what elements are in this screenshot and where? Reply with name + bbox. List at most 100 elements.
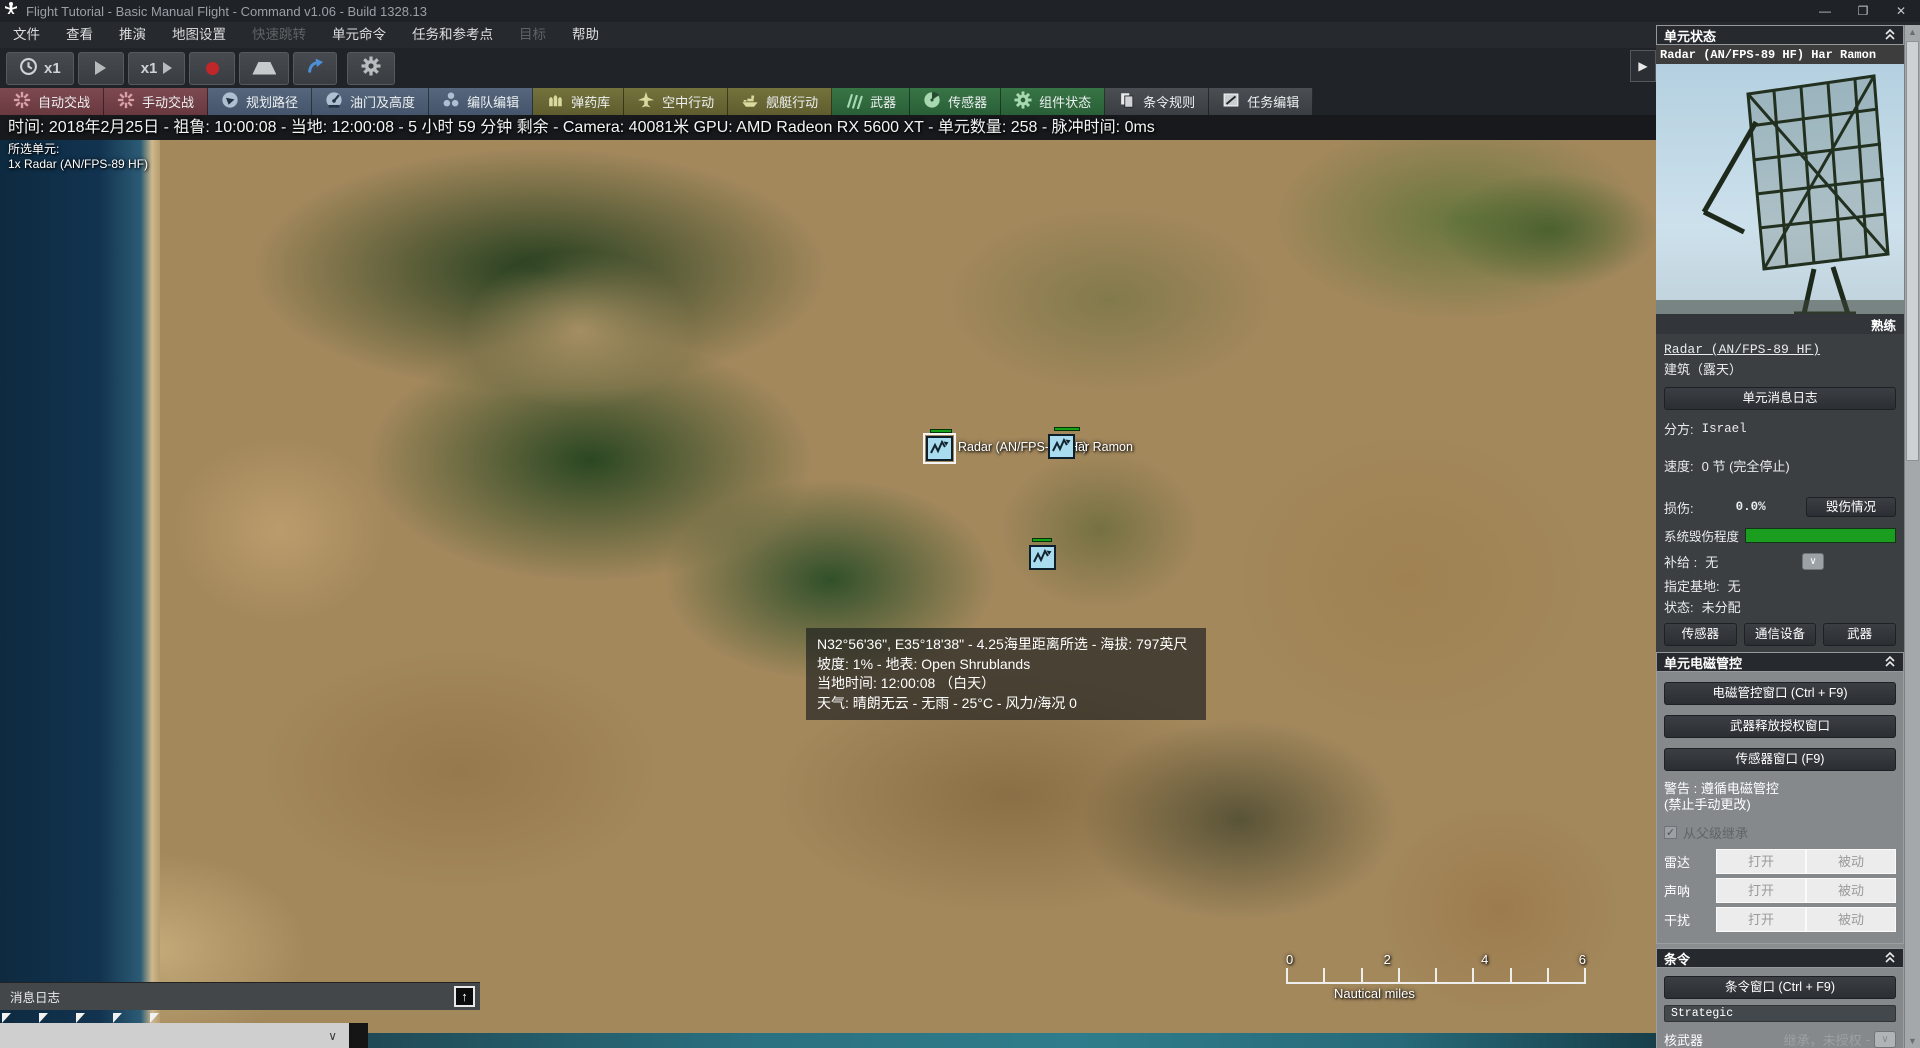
- doctrine-header-label: 条令: [1664, 949, 1690, 968]
- menu-help[interactable]: 帮助: [559, 22, 612, 48]
- supply-value: 无: [1705, 552, 1718, 571]
- scroll-up-icon[interactable]: ▲: [1905, 27, 1920, 37]
- system-damage-label: 系统毁伤程度: [1664, 526, 1739, 545]
- menu-bar: 文件 查看 推演 地图设置 快速跳转 单元命令 任务和参考点 目标 帮助: [0, 22, 1920, 48]
- weapons-list-button[interactable]: 武器: [1823, 623, 1896, 646]
- air-ops-button[interactable]: 空中行动: [624, 88, 728, 115]
- scroll-down-icon[interactable]: ▼: [1905, 1036, 1920, 1046]
- formation-editor-button[interactable]: 编队编辑: [429, 88, 533, 115]
- radar-state-button[interactable]: 打开: [1716, 849, 1806, 874]
- ship-ops-button[interactable]: 舰艇行动: [728, 88, 832, 115]
- step-play-icon: [163, 62, 172, 74]
- unit-health-bar: [1054, 427, 1080, 431]
- supply-dropdown[interactable]: ∨: [1802, 553, 1824, 570]
- unit-marker-radar-selected[interactable]: [926, 436, 953, 461]
- scale-tick-label: 2: [1384, 952, 1391, 967]
- menu-file[interactable]: 文件: [0, 22, 53, 48]
- emcon-window-button[interactable]: 电磁管控窗口 (Ctrl + F9): [1664, 682, 1896, 705]
- close-button[interactable]: ✕: [1882, 0, 1920, 22]
- unit-database-link[interactable]: Radar (AN/FPS-89 HF): [1664, 342, 1820, 357]
- assigned-base-value: 无: [1728, 576, 1741, 595]
- magazines-button[interactable]: 弹药库: [533, 88, 624, 115]
- tooltip-coords-line: N32°56'36", E35°18'38" - 4.25海里距离所选 - 海拔…: [817, 635, 1195, 655]
- settings-button[interactable]: [347, 52, 395, 85]
- menu-unit-commands[interactable]: 单元命令: [319, 22, 399, 48]
- jump-arrow-icon: [306, 57, 324, 79]
- scale-tick-label: 0: [1286, 952, 1293, 967]
- table-row: 干扰 打开 被动: [1664, 906, 1896, 933]
- sensor-dish-icon: [923, 91, 941, 112]
- auto-engage-button[interactable]: 自动交战: [0, 88, 104, 115]
- magazine-bullets-icon: [546, 91, 564, 112]
- damage-status-button[interactable]: 毁伤情况: [1806, 497, 1896, 517]
- inherit-from-parent-checkbox[interactable]: ✓: [1664, 826, 1677, 839]
- record-icon: [206, 62, 219, 75]
- clock-icon: [19, 57, 38, 80]
- command-toolbar: 自动交战 手动交战 规划路径 油门及高度 编队编辑 弹药库 空中行动 舰艇行动 …: [0, 88, 1656, 115]
- message-log-tabs[interactable]: [2, 1013, 159, 1023]
- burst-icon: [13, 91, 31, 112]
- chevron-collapse-icon[interactable]: [1884, 655, 1896, 670]
- menu-simulation[interactable]: 推演: [106, 22, 159, 48]
- map-view-button[interactable]: [239, 52, 289, 85]
- map-viewport[interactable]: 所选单元: 1x Radar (AN/FPS-89 HF) Radar (AN/…: [0, 140, 1656, 1048]
- radar-mode-button[interactable]: 被动: [1806, 849, 1896, 874]
- message-log-expand-button[interactable]: ↑: [454, 986, 475, 1007]
- component-status-button[interactable]: 组件状态: [1001, 88, 1105, 115]
- sonar-state-button[interactable]: 打开: [1716, 878, 1806, 903]
- system-damage-bar: [1745, 528, 1896, 543]
- jammer-state-button[interactable]: 打开: [1716, 907, 1806, 932]
- selected-units-label: 所选单元:: [8, 142, 148, 157]
- jump-button[interactable]: [293, 52, 337, 85]
- sidebar-collapse-tab[interactable]: ▶: [1630, 50, 1656, 82]
- chevron-collapse-icon[interactable]: [1884, 28, 1896, 43]
- mission-editor-button[interactable]: 任务编辑: [1209, 88, 1313, 115]
- chevron-collapse-icon[interactable]: [1884, 951, 1896, 966]
- step-button[interactable]: x1: [128, 52, 186, 85]
- sensors-list-button[interactable]: 传感器: [1664, 623, 1737, 646]
- table-row: 雷达 打开 被动: [1664, 848, 1896, 875]
- emcon-table: 雷达 打开 被动 声呐 打开 被动 干扰 打开 被动: [1664, 848, 1896, 933]
- weapons-button[interactable]: 武器: [832, 88, 910, 115]
- menu-view[interactable]: 查看: [53, 22, 106, 48]
- selected-units-value: 1x Radar (AN/FPS-89 HF): [8, 157, 148, 172]
- time-compression-button[interactable]: x1: [6, 52, 74, 85]
- unit-status-sidebar: 单元状态 Radar (AN/FPS-89 HF) Har Ramon 熟练 R…: [1656, 25, 1904, 1048]
- unit-message-log-button[interactable]: 单元消息日志: [1664, 387, 1896, 410]
- sensor-window-button[interactable]: 传感器窗口 (F9): [1664, 748, 1896, 771]
- plot-course-button[interactable]: 规划路径: [208, 88, 312, 115]
- chevron-down-icon[interactable]: ∨: [328, 1029, 337, 1043]
- unit-photo: [1656, 64, 1904, 314]
- emcon-header[interactable]: 单元电磁管控: [1656, 652, 1904, 672]
- play-button[interactable]: [78, 52, 124, 85]
- doctrine-header[interactable]: 条令: [1656, 948, 1904, 968]
- sensors-button[interactable]: 传感器: [910, 88, 1001, 115]
- maximize-button[interactable]: ❐: [1844, 0, 1882, 22]
- scrollbar-thumb[interactable]: [1906, 41, 1919, 461]
- sidebar-scrollbar[interactable]: ▲ ▼: [1904, 25, 1920, 1048]
- manual-engage-button[interactable]: 手动交战: [104, 88, 208, 115]
- burst-icon: [117, 91, 135, 112]
- nuclear-weapons-dropdown[interactable]: ∨: [1874, 1031, 1896, 1048]
- menu-missions-refpoints[interactable]: 任务和参考点: [399, 22, 506, 48]
- unit-marker-radar-2[interactable]: [1048, 434, 1075, 459]
- unit-health-bar: [930, 429, 952, 433]
- sonar-mode-button[interactable]: 被动: [1806, 878, 1896, 903]
- message-log-label: 消息日志: [10, 987, 60, 1006]
- minimize-button[interactable]: —: [1806, 0, 1844, 22]
- unit-status-header[interactable]: 单元状态: [1656, 25, 1904, 45]
- comms-list-button[interactable]: 通信设备: [1744, 623, 1817, 646]
- wra-window-button[interactable]: 武器释放授权窗口: [1664, 715, 1896, 738]
- doctrine-window-button[interactable]: 条令窗口 (Ctrl + F9): [1664, 976, 1896, 999]
- menu-map-settings[interactable]: 地图设置: [159, 22, 239, 48]
- side-value: Israel: [1702, 422, 1747, 436]
- tooltip-weather-line: 天气: 晴朗无云 - 无雨 - 25°C - 风力/海况 0: [817, 694, 1195, 714]
- jammer-mode-button[interactable]: 被动: [1806, 907, 1896, 932]
- inherit-from-parent-label: 从父级继承: [1683, 823, 1748, 842]
- unit-label: Har Ramon: [1069, 440, 1133, 454]
- record-button[interactable]: [189, 52, 235, 85]
- unit-marker-radar-3[interactable]: [1029, 545, 1056, 570]
- nuclear-weapons-value: 继承，未授权: [1784, 1030, 1862, 1048]
- throttle-altitude-button[interactable]: 油门及高度: [312, 88, 429, 115]
- doctrine-roe-button[interactable]: 条令规则: [1105, 88, 1209, 115]
